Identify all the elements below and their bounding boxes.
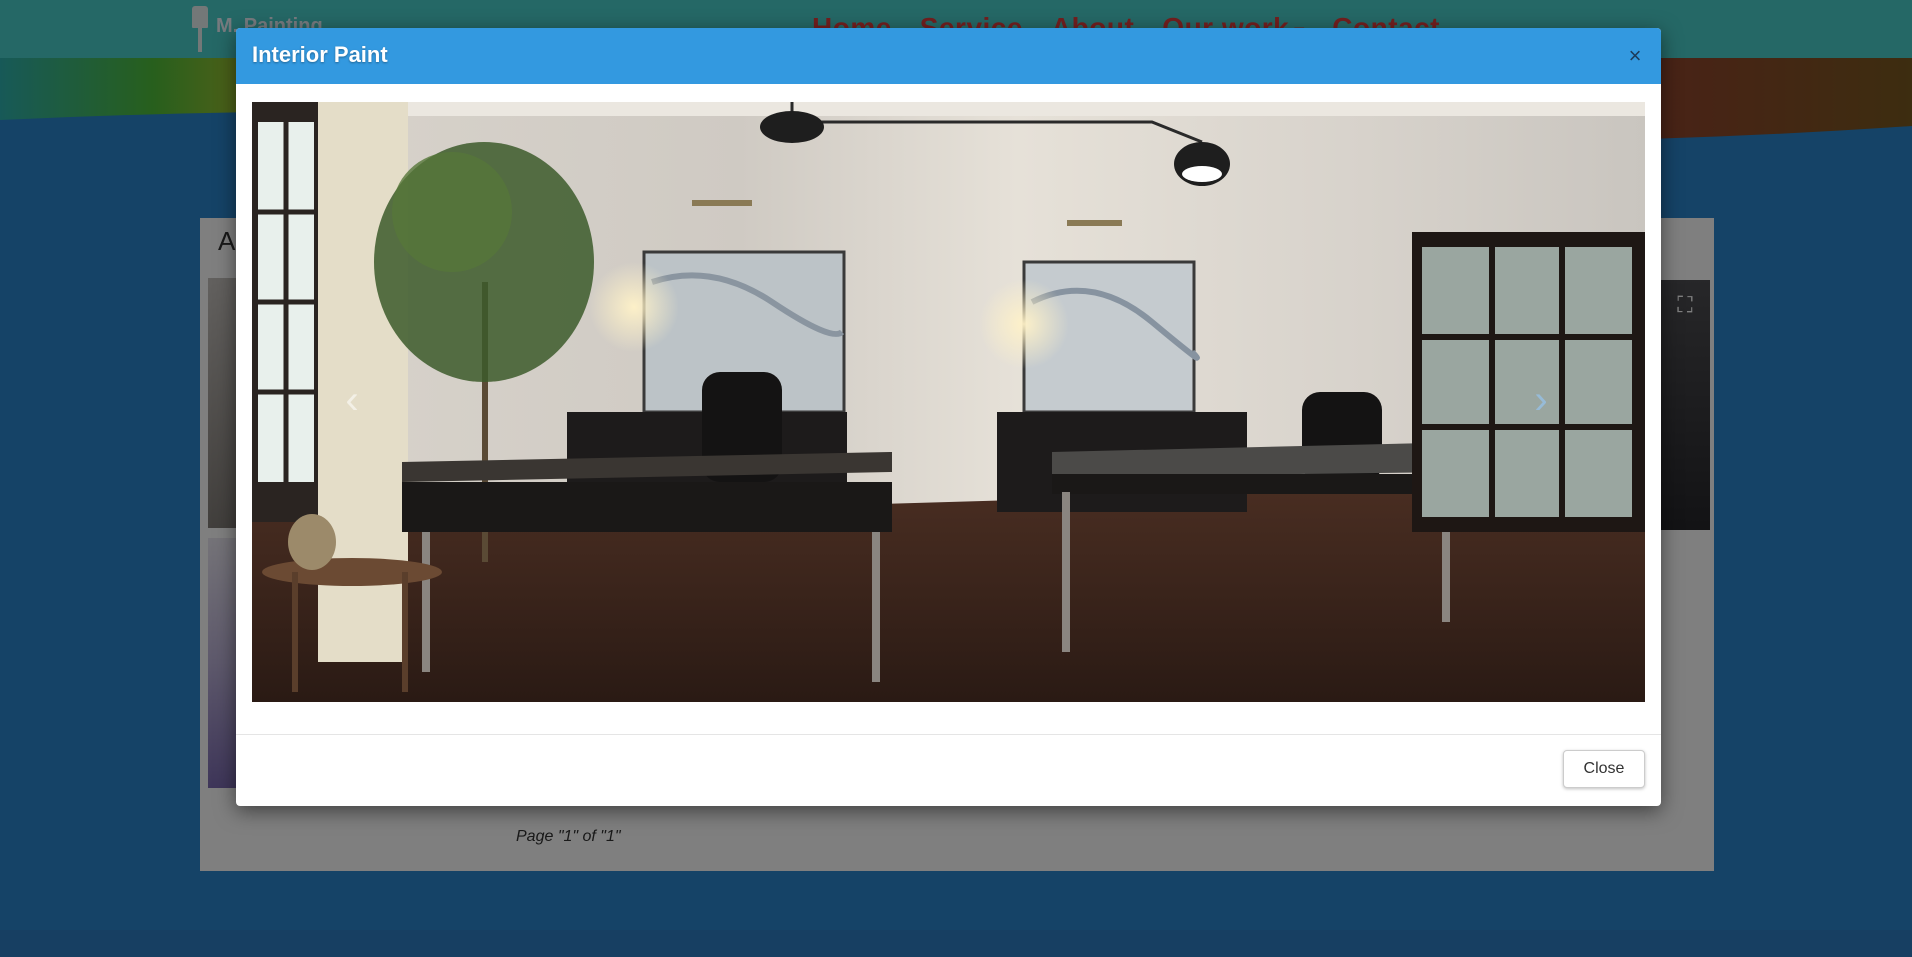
modal-footer: Close [236, 734, 1661, 806]
modal-photo [252, 102, 1645, 702]
chevron-right-icon[interactable]: › [1521, 370, 1561, 430]
office-photo [252, 102, 1645, 702]
chevron-left-icon[interactable]: ‹ [332, 370, 372, 430]
close-button[interactable]: Close [1563, 750, 1645, 788]
image-modal: Interior Paint × Close [236, 28, 1661, 806]
modal-header: Interior Paint × [236, 28, 1661, 84]
modal-title: Interior Paint [252, 42, 388, 67]
close-icon[interactable]: × [1623, 44, 1647, 68]
